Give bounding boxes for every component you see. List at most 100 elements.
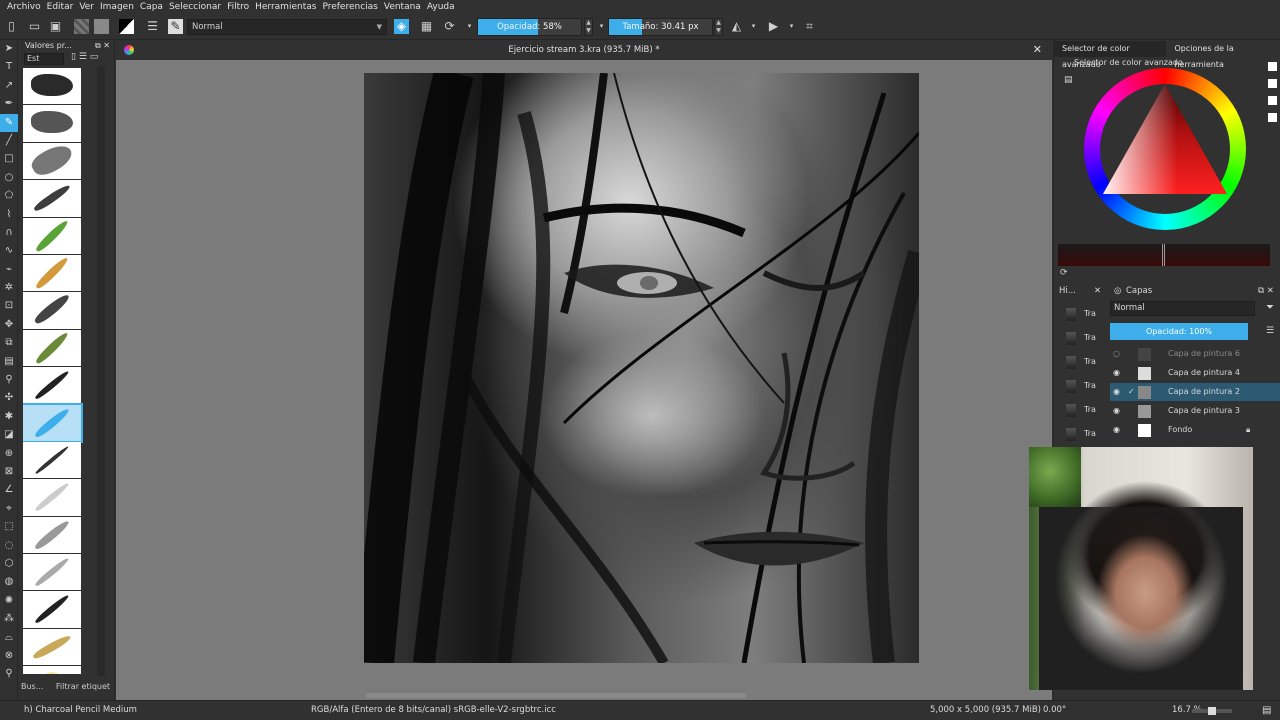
new-document-icon[interactable]: ▯	[4, 19, 19, 34]
freehand-brush-icon[interactable]: ✎	[0, 113, 18, 132]
list-view-icon[interactable]: ▯ ☰ ▭	[71, 52, 98, 62]
opacity-spinner[interactable]: ▲ ▼	[584, 18, 593, 36]
menu-icon[interactable]: ☰	[1266, 326, 1274, 336]
reference-tool-icon[interactable]: ⌖	[0, 500, 18, 518]
reload-preset-icon[interactable]: ⟳	[442, 19, 457, 34]
size-spinner[interactable]: ▲ ▼	[714, 18, 723, 36]
menu-preferencias[interactable]: Preferencias	[320, 2, 381, 12]
pattern-swatch[interactable]	[94, 19, 109, 34]
perspective-grid-icon[interactable]: ⊠	[0, 463, 18, 481]
menu-imagen[interactable]: Imagen	[98, 2, 138, 12]
freehand-select-icon[interactable]: ◍	[0, 573, 18, 591]
history-item[interactable]: Tra	[1058, 350, 1106, 374]
swatch-white[interactable]	[1268, 79, 1277, 88]
ellipse-select-icon[interactable]: ◌	[0, 537, 18, 555]
tab-color-selector[interactable]: Selector de color avanzado	[1054, 41, 1167, 69]
measure-tool-icon[interactable]: ∠	[0, 481, 18, 499]
layer-row[interactable]: ○ Capa de pintura 6	[1110, 345, 1280, 363]
colorize-mask-icon[interactable]: ✱	[0, 408, 18, 426]
layer-row[interactable]: ◉ Capa de pintura 3	[1110, 402, 1280, 420]
brush-preset-item[interactable]	[23, 441, 81, 479]
layer-row[interactable]: ◉ Fondo 🔒︎	[1110, 421, 1280, 439]
chevron-down-icon[interactable]: ▾	[462, 19, 477, 34]
zoom-slider[interactable]	[1192, 707, 1232, 715]
magnetic-select-icon[interactable]: ⊗	[0, 647, 18, 665]
bezier-select-icon[interactable]: ⌓	[0, 629, 18, 647]
brush-preset-item[interactable]	[23, 139, 81, 180]
layer-row-selected[interactable]: ◉ ✓ Capa de pintura 2	[1110, 383, 1280, 401]
contiguous-select-icon[interactable]: ✺	[0, 592, 18, 610]
size-slider[interactable]: Tamaño: 30.41 px	[608, 18, 713, 36]
chevron-down-icon[interactable]: ▾	[746, 19, 761, 34]
brush-preset-item[interactable]	[23, 68, 81, 105]
rectangle-tool-icon[interactable]: □	[0, 150, 18, 168]
similar-select-icon[interactable]: ⁂	[0, 610, 18, 628]
select-shapes-icon[interactable]: ➤	[0, 40, 18, 58]
calligraphy-icon[interactable]: ✒	[0, 95, 18, 113]
lock-icon[interactable]: 🔒︎	[1246, 421, 1250, 439]
close-icon[interactable]: ✕	[1094, 283, 1101, 299]
preset-filter-label[interactable]: Filtrar etiquet	[56, 682, 110, 691]
zoom-slider-handle[interactable]	[1208, 707, 1216, 715]
polygon-tool-icon[interactable]: ⬠	[0, 187, 18, 205]
status-brush-name[interactable]: h) Charcoal Pencil Medium	[24, 701, 137, 720]
brush-preset-item[interactable]	[23, 479, 81, 516]
smart-patch-icon[interactable]: ✣	[0, 389, 18, 407]
swatch-white[interactable]	[1268, 62, 1277, 71]
brush-preset-item[interactable]	[23, 292, 81, 329]
brush-preset-item[interactable]	[23, 591, 81, 628]
bezier-tool-icon[interactable]: ∩	[0, 224, 18, 242]
preset-tag-combo[interactable]: Est	[24, 53, 64, 65]
brush-preset-item[interactable]	[23, 666, 81, 674]
edit-shapes-icon[interactable]: ↗	[0, 77, 18, 95]
layer-row[interactable]: ◉ Capa de pintura 4	[1110, 364, 1280, 382]
fill-tool-icon[interactable]: ◪	[0, 426, 18, 444]
menu-archivo[interactable]: Archivo	[5, 2, 45, 12]
brush-preset-item[interactable]	[23, 180, 81, 217]
eye-icon[interactable]: ◉	[1113, 402, 1123, 420]
blend-mode-select[interactable]: Normal ▼	[187, 19, 387, 35]
transform-tool-icon[interactable]: ⧉	[0, 334, 18, 352]
layer-blend-mode-select[interactable]: Normal	[1110, 301, 1255, 316]
fg-bg-color-icon[interactable]	[119, 19, 134, 34]
multibrush-icon[interactable]: ✲	[0, 279, 18, 297]
menu-filtro[interactable]: Filtro	[225, 2, 253, 12]
brush-preset-item[interactable]	[23, 105, 81, 142]
refresh-icon[interactable]: ⟳	[1060, 268, 1068, 278]
brush-preset-thumb[interactable]: ✎	[168, 19, 183, 34]
swatch-white[interactable]	[1268, 113, 1277, 122]
gradient-swatch[interactable]	[74, 19, 89, 34]
chevron-down-icon[interactable]: ▾	[594, 19, 609, 34]
eye-icon[interactable]: ◉	[1113, 421, 1123, 439]
close-icon[interactable]: ⧉ ✕	[1258, 283, 1274, 299]
gradient-tool-icon[interactable]: ▤	[0, 353, 18, 371]
close-icon[interactable]: ✕	[1033, 40, 1042, 60]
freehand-path-icon[interactable]: ∿	[0, 242, 18, 260]
history-item[interactable]: Tra	[1058, 422, 1106, 446]
brush-preset-item-active[interactable]	[23, 402, 83, 443]
chevron-down-icon[interactable]: ▾	[784, 19, 799, 34]
wrap-around-icon[interactable]: ⌗	[802, 19, 817, 34]
menu-ayuda[interactable]: Ayuda	[425, 2, 459, 12]
brush-preset-item[interactable]	[23, 217, 81, 254]
text-tool-icon[interactable]: T	[0, 58, 18, 76]
close-icon[interactable]: ⧉ ✕	[95, 40, 110, 52]
menu-ver[interactable]: Ver	[77, 2, 98, 12]
opacity-slider[interactable]: Opacidad: 58%	[477, 18, 582, 36]
color-picker-icon[interactable]: ⚲	[0, 371, 18, 389]
eraser-mode-icon[interactable]: ◈	[394, 19, 409, 34]
color-history-bar[interactable]	[1058, 244, 1270, 266]
preset-search-label[interactable]: Bus...	[21, 682, 43, 691]
color-settings-icon[interactable]: ▤	[1064, 75, 1073, 85]
swatch-white[interactable]	[1268, 96, 1277, 105]
menu-icon[interactable]: ▤	[1262, 701, 1271, 720]
move-tool-icon[interactable]: ✥	[0, 316, 18, 334]
crop-tool-icon[interactable]: ⊡	[0, 297, 18, 315]
document-tab[interactable]: Ejercicio stream 3.kra (935.7 MiB) * ✕	[116, 40, 1052, 60]
menu-ventana[interactable]: Ventana	[382, 2, 425, 12]
brush-preset-item[interactable]	[23, 254, 81, 292]
menu-capa[interactable]: Capa	[138, 2, 167, 12]
history-item[interactable]: Tra	[1058, 398, 1106, 422]
open-folder-icon[interactable]: ▭	[27, 19, 42, 34]
history-item[interactable]: Tra	[1058, 302, 1106, 326]
